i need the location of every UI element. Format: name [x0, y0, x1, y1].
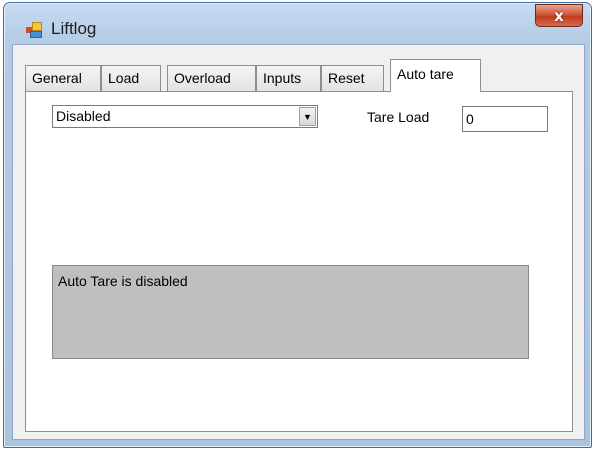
tab-auto-tare[interactable]: Auto tare [390, 59, 481, 92]
tab-label: Inputs [263, 70, 302, 86]
app-window: Liftlog x General Load Overload Inputs R… [3, 2, 592, 448]
status-box: Auto Tare is disabled [52, 265, 529, 359]
dropdown-value: Disabled [56, 108, 111, 124]
tare-load-label: Tare Load [367, 109, 430, 125]
auto-tare-mode-dropdown[interactable]: Disabled ▼ [52, 105, 318, 128]
tab-overload[interactable]: Overload [167, 65, 256, 91]
client-area: General Load Overload Inputs Reset Auto … [12, 44, 585, 440]
close-icon: x [554, 6, 564, 25]
tab-label: Reset [328, 70, 365, 86]
tab-general[interactable]: General [25, 65, 101, 91]
tab-inputs[interactable]: Inputs [256, 65, 321, 91]
chevron-down-icon[interactable]: ▼ [299, 107, 316, 126]
tab-label: General [32, 70, 82, 86]
auto-tare-panel [25, 91, 573, 432]
close-button[interactable]: x [535, 4, 583, 27]
tab-reset[interactable]: Reset [321, 65, 384, 91]
tab-strip: General Load Overload Inputs Reset Auto … [25, 59, 585, 92]
app-icon [26, 22, 44, 38]
tab-label: Auto tare [397, 66, 454, 82]
tab-label: Overload [174, 70, 231, 86]
tab-label: Load [108, 70, 140, 86]
status-text: Auto Tare is disabled [58, 273, 188, 289]
tab-load[interactable]: Load [101, 65, 161, 91]
window-title: Liftlog [51, 19, 97, 38]
tare-load-input[interactable]: 0 [462, 106, 548, 132]
